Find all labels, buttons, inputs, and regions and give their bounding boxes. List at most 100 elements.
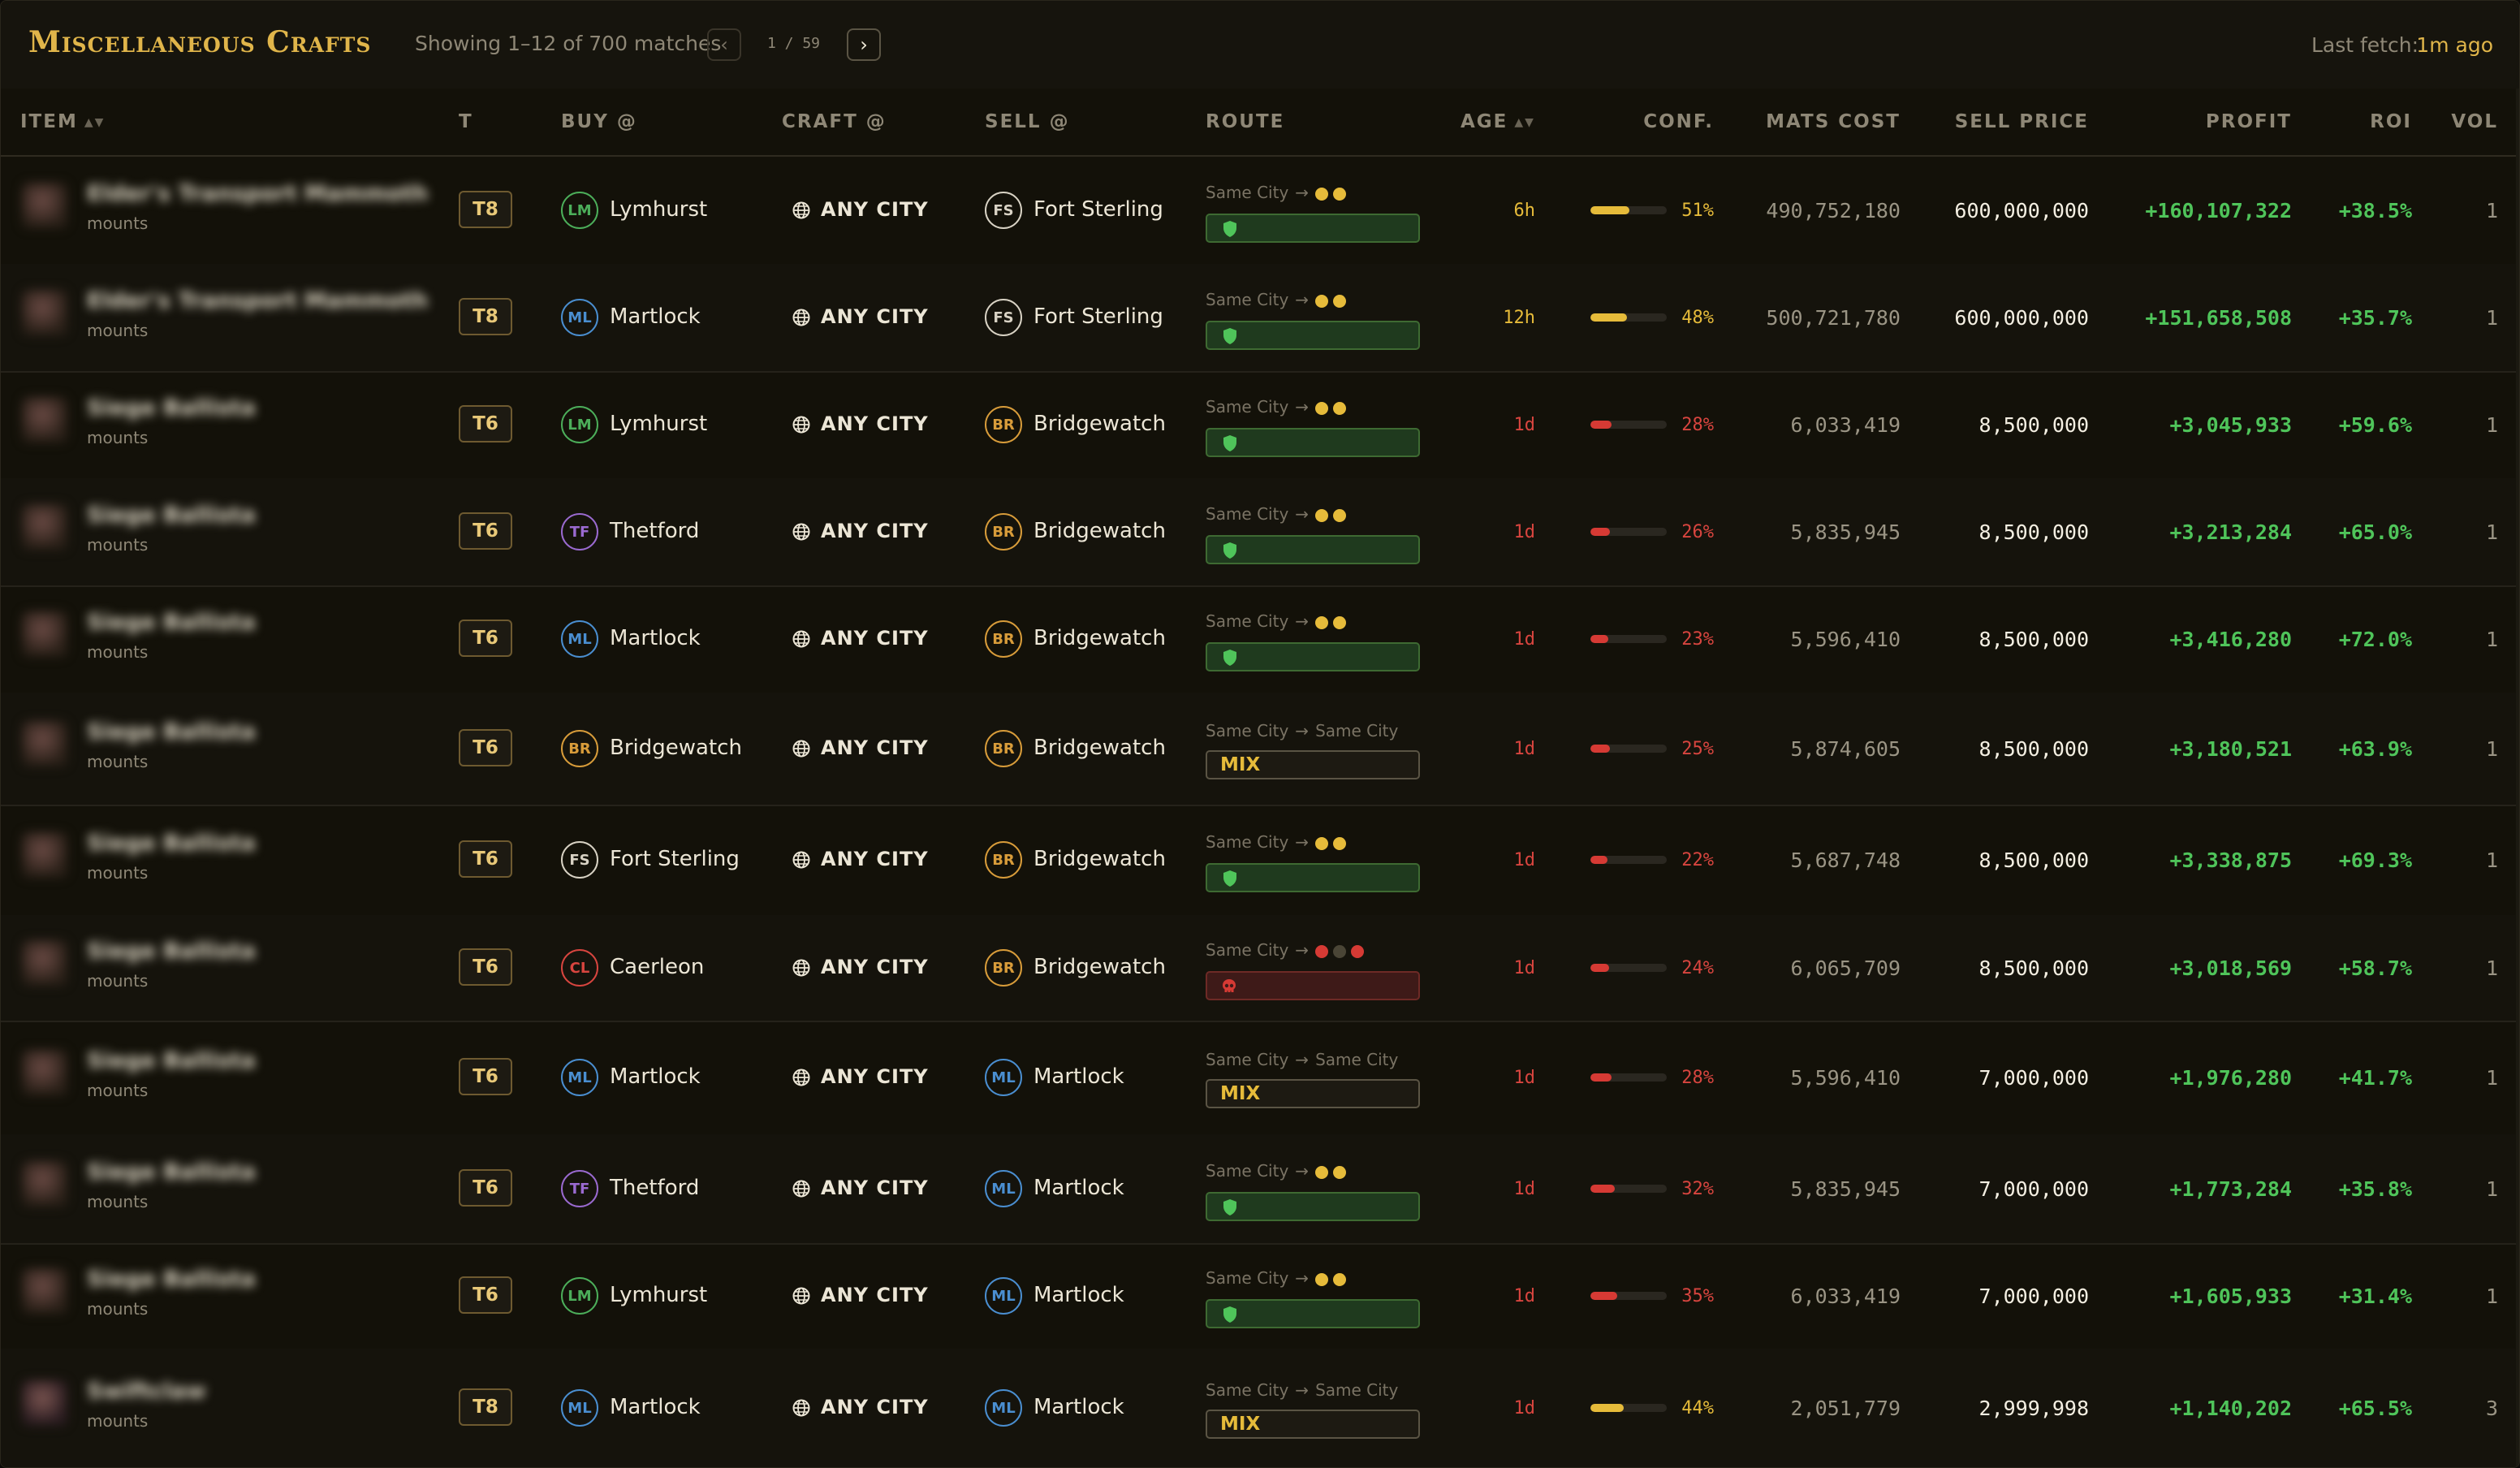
sell-price: 8,500,000 [1978, 848, 2089, 872]
route-danger-dot [1315, 615, 1329, 629]
roi-value: +65.0% [2338, 520, 2412, 544]
skull-icon [1223, 979, 1236, 992]
tier-badge: T8 [459, 1388, 512, 1426]
confidence-value: 35% [1681, 1286, 1714, 1306]
sell-city: Martlock [1033, 1283, 1124, 1307]
tier-badge: T6 [459, 1169, 512, 1207]
confidence-value: 44% [1681, 1398, 1714, 1418]
globe-icon [792, 851, 810, 869]
tier-badge: T6 [459, 620, 512, 657]
item-name[interactable]: Siege Ballista [87, 395, 256, 421]
page-title: Miscellaneous Crafts [28, 25, 372, 59]
globe-icon [792, 959, 810, 977]
item-name[interactable]: Siege Ballista [87, 1159, 256, 1185]
table-header: ITEM ▲▼ T BUY @ CRAFT @ SELL @ ROUTE AGE ▲… [1, 89, 2519, 157]
confidence-bar [1590, 745, 1667, 753]
tier-badge: T6 [459, 405, 512, 443]
profit-value: +1,605,933 [2169, 1284, 2292, 1308]
next-page-button[interactable]: › [847, 28, 881, 61]
volume-value: 1 [2485, 737, 2498, 761]
route-danger-dot [1333, 401, 1347, 415]
item-name[interactable]: Siege Ballista [87, 1048, 256, 1073]
table-row[interactable]: Elder's Transport Mammoth mounts T8 ML Martl… [1, 264, 2519, 373]
sell-city: Fort Sterling [1033, 197, 1163, 222]
chevron-left-icon: ‹ [720, 33, 728, 56]
route-danger-dot [1333, 944, 1347, 958]
city-badge: BR [561, 730, 598, 767]
item-name[interactable]: Siege Ballista [87, 939, 256, 964]
tier-badge: T6 [459, 948, 512, 986]
last-fetch-value: 1m ago [2416, 33, 2493, 57]
mats-cost: 2,051,779 [1790, 1397, 1901, 1420]
buy-city: Fort Sterling [610, 847, 740, 871]
item-thumbnail [22, 1380, 67, 1426]
confidence-value: 28% [1681, 415, 1714, 435]
table-row[interactable]: Siege Ballista mounts T6 ML Martlock ANY CITY… [1, 1021, 2519, 1136]
volume-value: 1 [2485, 848, 2498, 872]
route-danger-bar [1206, 971, 1420, 1000]
mats-cost: 6,033,419 [1790, 413, 1901, 437]
table-row[interactable]: Swiftclaw mounts T8 ML Martlock ANY CITY ML Mar… [1, 1349, 2519, 1467]
arrow-right-icon: → [1295, 721, 1310, 740]
city-badge: CL [561, 949, 598, 987]
item-name[interactable]: Elder's Transport Mammoth [87, 181, 428, 206]
buy-city: Lymhurst [610, 197, 708, 222]
confidence-value: 28% [1681, 1068, 1714, 1088]
age-value: 1d [1513, 415, 1536, 435]
confidence-bar [1590, 1073, 1667, 1082]
table-row[interactable]: Siege Ballista mounts T6 LM Lymhurst ANY CITY… [1, 1243, 2519, 1350]
match-count: Showing 1–12 of 700 matches [415, 32, 722, 55]
route-danger-dot [1315, 1165, 1329, 1179]
item-name[interactable]: Siege Ballista [87, 719, 256, 745]
route-summary: Same City → [1206, 290, 1351, 309]
mats-cost: 6,065,709 [1790, 956, 1901, 980]
item-category: mounts [87, 1192, 149, 1211]
table-row[interactable]: Siege Ballista mounts T6 TF Thetford ANY CITY… [1, 478, 2519, 587]
item-name[interactable]: Siege Ballista [87, 610, 256, 635]
buy-city: Lymhurst [610, 1283, 708, 1307]
table-row[interactable]: Siege Ballista mounts T6 CL Caerleon ANY CITY… [1, 915, 2519, 1022]
item-name[interactable]: Siege Ballista [87, 831, 256, 856]
city-badge: ML [985, 1389, 1022, 1427]
table-row[interactable]: Elder's Transport Mammoth mounts T8 LM Lymhu… [1, 157, 2519, 266]
roi-value: +69.3% [2338, 848, 2412, 872]
buy-city: Thetford [610, 519, 700, 543]
item-name[interactable]: Swiftclaw [87, 1379, 206, 1404]
column-header-item[interactable]: ITEM ▲▼ [20, 111, 105, 132]
craft-city: ANY CITY [821, 1177, 929, 1199]
table-row[interactable]: Siege Ballista mounts T6 FS Fort Sterling ANY… [1, 805, 2519, 917]
mats-cost: 5,596,410 [1790, 1066, 1901, 1090]
shield-icon [1223, 435, 1236, 451]
sell-city: Fort Sterling [1033, 304, 1163, 329]
route-danger-dot [1315, 187, 1329, 201]
item-name[interactable]: Siege Ballista [87, 1267, 256, 1292]
scrollbar[interactable] [2516, 89, 2519, 1467]
route-safe-bar [1206, 214, 1420, 243]
column-header-tier: T [459, 111, 473, 132]
sell-price: 7,000,000 [1978, 1066, 2089, 1090]
table-row[interactable]: Siege Ballista mounts T6 LM Lymhurst ANY CITY… [1, 371, 2519, 480]
item-name[interactable]: Elder's Transport Mammoth [87, 288, 428, 313]
table-row[interactable]: Siege Ballista mounts T6 BR Bridgewatch ANY C… [1, 693, 2519, 806]
confidence-value: 51% [1681, 201, 1714, 221]
shield-icon [1223, 870, 1236, 887]
item-name[interactable]: Siege Ballista [87, 503, 256, 528]
app-frame: Miscellaneous Crafts Showing 1–12 of 700… [0, 0, 2520, 1468]
roi-value: +35.8% [2338, 1177, 2412, 1201]
route-summary: Same City → [1206, 1268, 1351, 1288]
item-thumbnail [22, 183, 67, 228]
shield-icon [1223, 328, 1236, 344]
age-value: 1d [1513, 1068, 1536, 1088]
column-header-sell: SELL @ [985, 111, 1070, 132]
route-mix-badge: MIX [1206, 750, 1420, 779]
city-badge: ML [561, 620, 598, 658]
route-safe-bar [1206, 1192, 1420, 1221]
sell-city: Martlock [1033, 1064, 1124, 1089]
table-row[interactable]: Siege Ballista mounts T6 TF Thetford ANY CITY… [1, 1134, 2519, 1245]
route-summary: Same City → [1206, 504, 1351, 524]
prev-page-button[interactable]: ‹ [707, 28, 741, 61]
age-value: 6h [1513, 201, 1536, 221]
route-summary: Same City → [1206, 611, 1351, 631]
column-header-age[interactable]: AGE ▲▼ [1461, 111, 1535, 132]
table-row[interactable]: Siege Ballista mounts T6 ML Martlock ANY CITY… [1, 585, 2519, 694]
